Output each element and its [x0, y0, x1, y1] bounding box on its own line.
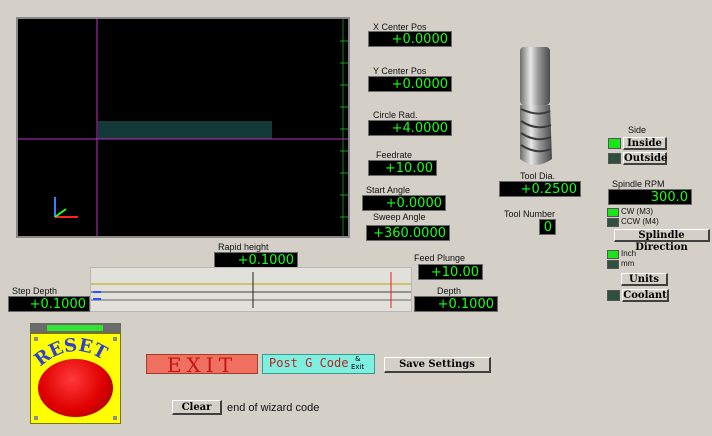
circle-rad-label: Circle Rad.: [373, 110, 418, 120]
inch-led: [607, 250, 619, 259]
inch-label: Inch: [621, 249, 637, 258]
post-exit-small-label: Exit: [351, 363, 365, 371]
post-g-code-exit-button[interactable]: Post G Code & Exit: [262, 354, 375, 374]
start-angle-dro[interactable]: +0.0000: [362, 195, 446, 211]
post-amp-label: &: [355, 355, 361, 363]
tool-path-rect: [98, 121, 272, 139]
ruler-ticks: [340, 40, 348, 218]
y-center-label: Y Center Pos: [373, 66, 427, 76]
step-depth-dro[interactable]: +0.1000: [8, 296, 90, 312]
exit-label: EXIT: [166, 353, 238, 377]
cw-label: CW (M3): [621, 207, 653, 216]
y-center-dro[interactable]: +0.0000: [368, 76, 452, 92]
rapid-height-label: Rapid height: [218, 242, 269, 252]
outside-led: [608, 153, 621, 164]
inside-button[interactable]: Inside: [623, 137, 667, 150]
spindle-rpm-dro[interactable]: 300.0: [608, 189, 692, 205]
coolant-button[interactable]: Coolant: [622, 289, 669, 302]
depth-label: Depth: [437, 286, 462, 296]
reset-led-bar: [30, 323, 121, 333]
exit-button[interactable]: EXIT: [146, 353, 258, 377]
toolpath-preview[interactable]: [16, 17, 350, 238]
coolant-led: [607, 290, 620, 301]
wizard-code-note: end of wizard code: [227, 402, 320, 414]
spindle-direction-button[interactable]: Splindle Direction: [614, 229, 710, 253]
save-settings-button[interactable]: Save Settings: [384, 357, 491, 373]
tool-number-label: Tool Number: [504, 209, 556, 219]
circle-rad-dro[interactable]: +4.0000: [368, 120, 452, 136]
preview-graphics: [18, 19, 348, 236]
tool-dia-label: Tool Dia.: [520, 171, 556, 181]
mm-led: [607, 260, 619, 269]
inside-led: [608, 138, 621, 149]
post-g-code-label: Post G Code: [269, 356, 349, 370]
svg-text:RESET: RESET: [31, 336, 111, 371]
depth-diagram: [90, 267, 412, 312]
x-center-dro[interactable]: +0.0000: [368, 31, 452, 47]
depth-diagram-graphics: [91, 272, 411, 308]
tool-dia-dro[interactable]: +0.2500: [499, 181, 581, 197]
sweep-angle-label: Sweep Angle: [373, 212, 426, 222]
axis-triad-icon: [54, 197, 78, 218]
endmill-tool-image: [520, 47, 552, 165]
sweep-angle-dro[interactable]: +360.0000: [366, 225, 450, 241]
depth-dro[interactable]: +0.1000: [414, 296, 498, 312]
clear-button[interactable]: Clear: [172, 400, 222, 415]
units-button[interactable]: Units: [621, 273, 668, 286]
reset-label: RESET: [31, 336, 111, 371]
reset-button[interactable]: RESET: [30, 333, 121, 424]
ccw-led: [607, 218, 619, 227]
tool-number-dro[interactable]: 0: [539, 219, 556, 235]
spindle-rpm-label: Spindle RPM: [612, 179, 665, 189]
reset-label-arc: RESET: [31, 336, 111, 371]
mm-label: mm: [621, 259, 635, 268]
cw-led: [607, 208, 619, 217]
feedrate-dro[interactable]: +10.00: [368, 160, 437, 176]
feed-plunge-label: Feed Plunge: [414, 253, 466, 263]
ccw-label: CCW (M4): [621, 217, 659, 226]
feedrate-label: Feedrate: [376, 150, 413, 160]
outside-button[interactable]: Outside: [623, 152, 667, 165]
start-angle-label: Start Angle: [366, 185, 411, 195]
side-title: Side: [628, 125, 647, 135]
rapid-height-dro[interactable]: +0.1000: [214, 252, 298, 268]
feed-plunge-dro[interactable]: +10.00: [418, 264, 483, 280]
step-depth-label: Step Depth: [12, 286, 58, 296]
